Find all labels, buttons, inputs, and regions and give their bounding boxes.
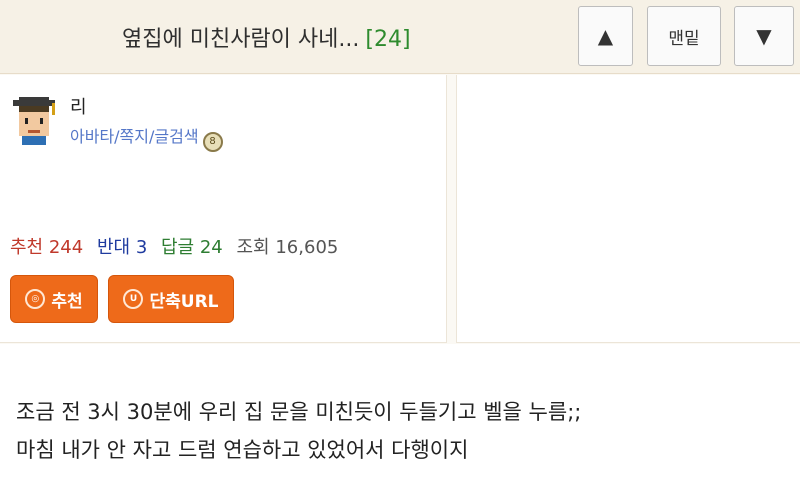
scroll-down-button[interactable]: ▼	[734, 6, 794, 66]
link-circle-icon: U	[123, 289, 144, 309]
reply-count: [24]	[365, 27, 411, 52]
recommend-circle-icon: ◎	[25, 289, 46, 309]
scroll-up-button[interactable]: ▲	[578, 6, 633, 66]
oppose-stat-value: 3	[135, 237, 148, 258]
post-line-1: 조금 전 3시 30분에 우리 집 문을 미친듯이 두들기고 벨을 누름;;	[16, 400, 582, 424]
author-panel: 리 아바타/쪽지/글검색 8 추천 244 반대 3 답글 24 조회 16,60…	[0, 75, 447, 343]
side-panel	[456, 75, 800, 343]
post-line-2: 마침 내가 안 자고 드럼 연습하고 있었어서 다행이지	[16, 438, 469, 462]
author-links-text[interactable]: 아바타/쪽지/글검색	[70, 127, 199, 146]
views-stat-label: 조회	[236, 237, 270, 258]
views-stat-value: 16,605	[275, 237, 339, 258]
replies-stat-value: 24	[199, 237, 223, 258]
replies-stat-label: 답글	[161, 237, 195, 258]
go-bottom-button[interactable]: 맨밑	[647, 6, 721, 66]
recommend-stat-value: 244	[48, 237, 84, 258]
recommend-button-label: 추천	[51, 291, 83, 312]
author-name[interactable]: 리	[70, 93, 87, 119]
level-badge-icon: 8	[202, 131, 223, 152]
avatar[interactable]	[10, 97, 58, 145]
post-title-text: 옆집에 미친사람이 사네...	[122, 27, 360, 52]
author-links: 아바타/쪽지/글검색 8	[70, 123, 223, 152]
oppose-stat-label: 반대	[96, 237, 131, 258]
recommend-button[interactable]: ◎ 추천	[10, 275, 98, 323]
post-body: 조금 전 3시 30분에 우리 집 문을 미친듯이 두들기고 벨을 누름;; 마…	[0, 344, 800, 496]
short-url-button-label: 단축URL	[149, 291, 219, 312]
recommend-stat-label: 추천	[10, 237, 44, 258]
down-arrow-icon: ▼	[756, 24, 772, 48]
top-bar: 옆집에 미친사람이 사네... [24] ▲ 맨밑 ▼	[0, 0, 800, 74]
post-stats: 추천 244 반대 3 답글 24 조회 16,605	[10, 233, 338, 259]
short-url-button[interactable]: U 단축URL	[108, 275, 234, 323]
up-arrow-icon: ▲	[597, 24, 614, 48]
post-title: 옆집에 미친사람이 사네... [24]	[122, 21, 411, 53]
